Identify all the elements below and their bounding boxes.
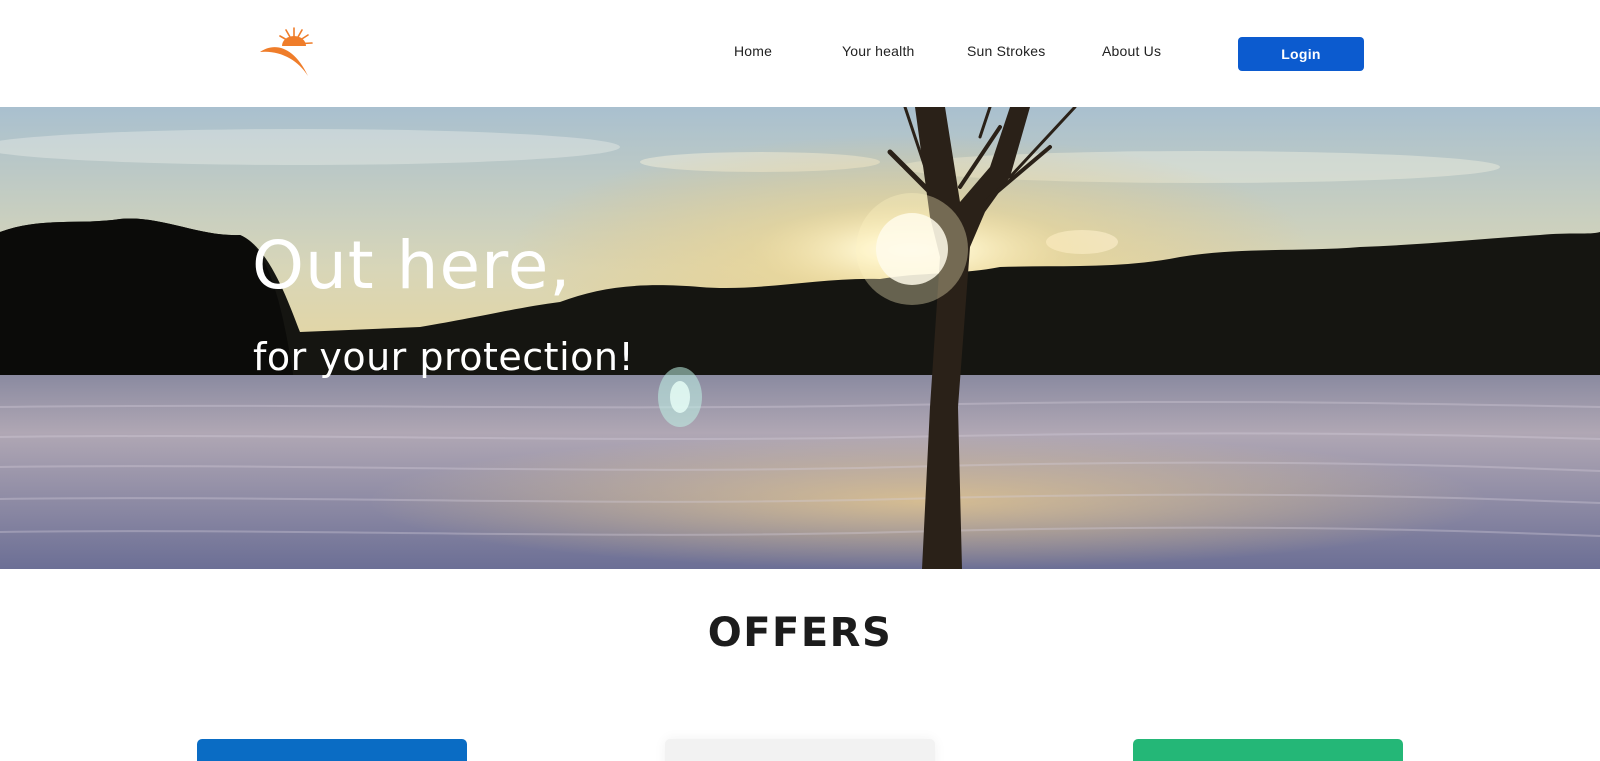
login-button[interactable]: Login (1238, 37, 1364, 71)
offer-card-blue[interactable] (197, 739, 467, 761)
nav-item-home[interactable]: Home (734, 43, 772, 59)
nav-item-your-health[interactable]: Your health (842, 43, 915, 59)
site-header: Home Your health Sun Strokes About Us Lo… (0, 0, 1600, 107)
nav-item-about-us[interactable]: About Us (1102, 43, 1161, 59)
hero-banner: Out here, for your protection! (0, 107, 1600, 569)
nav-item-sun-strokes[interactable]: Sun Strokes (967, 43, 1045, 59)
offers-heading: OFFERS (707, 610, 893, 656)
hero-subtitle: for your protection! (253, 335, 635, 379)
offer-card-green[interactable] (1133, 739, 1403, 761)
offer-card-gray[interactable] (665, 739, 935, 761)
hero-title: Out here, (252, 227, 572, 304)
hero-background-image (0, 107, 1600, 569)
